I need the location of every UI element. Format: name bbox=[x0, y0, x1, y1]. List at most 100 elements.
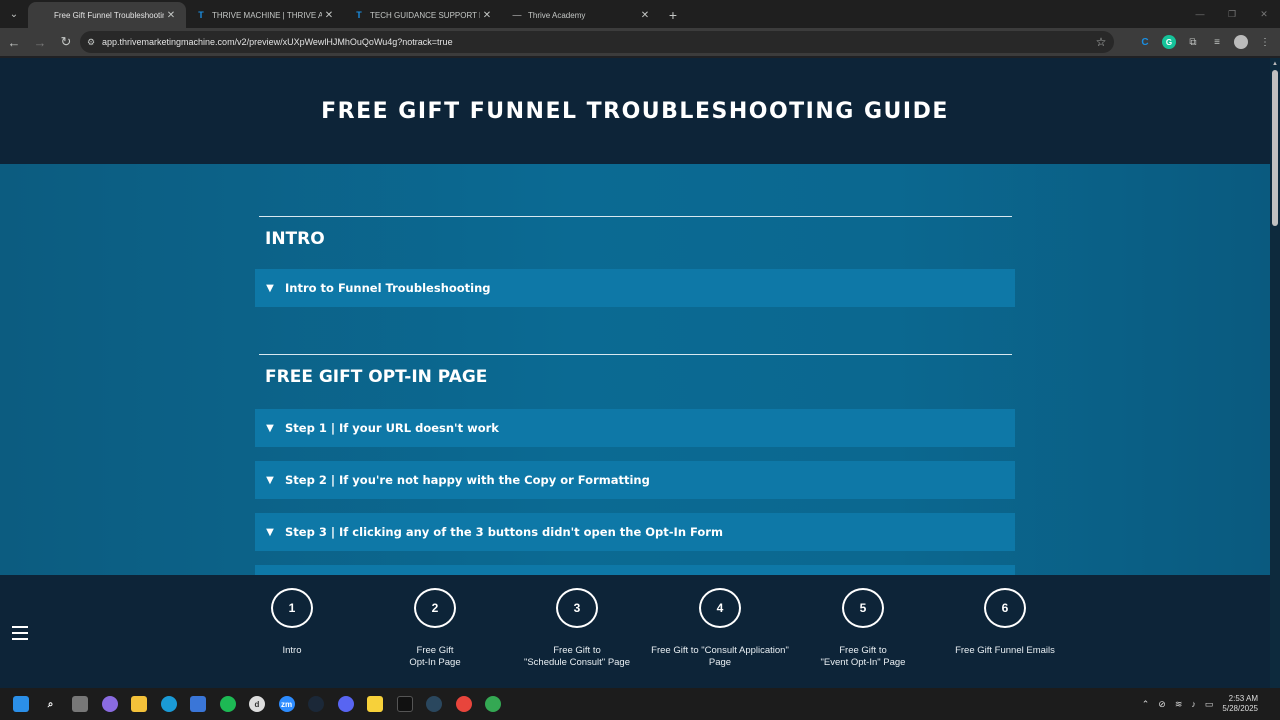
battery-icon[interactable]: ▭ bbox=[1205, 699, 1214, 710]
file-explorer-icon[interactable] bbox=[126, 691, 152, 717]
browser-toolbar: ← → ↻ ⚙ app.thrivemarketingmachine.com/v… bbox=[0, 28, 1280, 56]
step-number: 5 bbox=[842, 588, 884, 628]
time-text: 2:53 AM bbox=[1228, 694, 1258, 703]
tab-3[interactable]: — Thrive Academy ✕ bbox=[502, 2, 660, 28]
tab-0[interactable]: Free Gift Funnel Troubleshooting ✕ bbox=[28, 2, 186, 28]
step-6[interactable]: 6 Free Gift Funnel Emails bbox=[930, 588, 1080, 657]
wifi-icon[interactable]: ≋ bbox=[1175, 699, 1183, 710]
bookmark-star-icon[interactable]: ☆ bbox=[1088, 35, 1114, 49]
search-icon[interactable]: ⌕ bbox=[38, 691, 64, 717]
extension-c-icon[interactable]: C bbox=[1138, 35, 1152, 49]
taskbar: ⌕ d zm ⌃ ⊘ ≋ ♪ ▭ 2:53 AM 5/28/2025 bbox=[0, 688, 1280, 720]
page-scrollbar[interactable]: ▲ bbox=[1270, 58, 1280, 688]
extensions-puzzle-icon[interactable]: ⧉ bbox=[1186, 35, 1200, 49]
chevron-down-icon: ▼ bbox=[266, 282, 274, 294]
step-label: Free Gift Funnel Emails bbox=[955, 645, 1055, 656]
step-number: 3 bbox=[556, 588, 598, 628]
toolbar-extensions: C G ⧉ ≡ ⋮ bbox=[1138, 28, 1272, 56]
tab-2[interactable]: T TECH GUIDANCE SUPPORT BOARD ✕ bbox=[344, 2, 502, 28]
accordion-item[interactable]: ▼ Step 2 | If you're not happy with the … bbox=[255, 461, 1015, 499]
copilot-icon[interactable] bbox=[97, 691, 123, 717]
hamburger-menu-icon[interactable] bbox=[12, 626, 28, 640]
discord-icon[interactable] bbox=[333, 691, 359, 717]
tab-1[interactable]: T THRIVE MACHINE | THRIVE ACADEMY ✕ bbox=[186, 2, 344, 28]
page-icon bbox=[38, 10, 48, 20]
page-title: FREE GIFT FUNNEL TROUBLESHOOTING GUIDE bbox=[321, 98, 949, 124]
step-number: 1 bbox=[271, 588, 313, 628]
section-opt-in-page: FREE GIFT OPT-IN PAGE bbox=[255, 354, 1015, 387]
clock[interactable]: 2:53 AM 5/28/2025 bbox=[1222, 694, 1258, 714]
section-heading: FREE GIFT OPT-IN PAGE bbox=[265, 367, 488, 387]
step-number: 4 bbox=[699, 588, 741, 628]
step-2[interactable]: 2 Free Gift Opt-In Page bbox=[360, 588, 510, 669]
step-4[interactable]: 4 Free Gift to "Consult Application" Page bbox=[638, 588, 802, 669]
grammarly-icon[interactable]: G bbox=[1162, 35, 1176, 49]
dash-icon: — bbox=[512, 10, 522, 20]
thrive-logo-icon: T bbox=[198, 10, 204, 20]
store-icon[interactable] bbox=[185, 691, 211, 717]
close-icon[interactable]: ✕ bbox=[322, 10, 336, 21]
scrollbar-thumb[interactable] bbox=[1272, 70, 1278, 226]
accordion-item[interactable]: ▼ Intro to Funnel Troubleshooting bbox=[255, 269, 1015, 307]
step-1[interactable]: 1 Intro bbox=[217, 588, 367, 657]
chevron-up-icon[interactable]: ⌃ bbox=[1142, 699, 1150, 710]
edge-icon[interactable] bbox=[156, 691, 182, 717]
step-label: Free Gift Opt-In Page bbox=[409, 645, 461, 668]
minimize-icon[interactable]: — bbox=[1184, 0, 1216, 28]
step-5[interactable]: 5 Free Gift to "Event Opt-In" Page bbox=[788, 588, 938, 669]
windows-start-icon[interactable] bbox=[8, 691, 34, 717]
tab-title: TECH GUIDANCE SUPPORT BOARD bbox=[370, 10, 480, 20]
terminal-icon[interactable] bbox=[392, 691, 418, 717]
avatar[interactable] bbox=[1234, 35, 1248, 49]
reload-icon[interactable]: ↻ bbox=[54, 30, 78, 54]
chrome-icon[interactable] bbox=[451, 691, 477, 717]
restore-icon[interactable]: ❐ bbox=[1216, 0, 1248, 28]
system-tray: ⌃ ⊘ ≋ ♪ ▭ 2:53 AM 5/28/2025 bbox=[1142, 688, 1272, 720]
window-controls: — ❐ ✕ bbox=[1184, 0, 1280, 28]
tab-title: Free Gift Funnel Troubleshooting bbox=[54, 10, 164, 20]
address-bar[interactable]: ⚙ app.thrivemarketingmachine.com/v2/prev… bbox=[80, 31, 1114, 53]
step-number: 6 bbox=[984, 588, 1026, 628]
step-label: Free Gift to "Schedule Consult" Page bbox=[523, 645, 631, 668]
back-icon[interactable]: ← bbox=[2, 30, 26, 54]
volume-icon[interactable]: ♪ bbox=[1191, 699, 1196, 709]
network-off-icon[interactable]: ⊘ bbox=[1158, 699, 1166, 710]
accordion-item[interactable]: ▼ Step 1 | If your URL doesn't work bbox=[255, 409, 1015, 447]
step-label: Free Gift to "Event Opt-In" Page bbox=[820, 645, 906, 668]
tab-title: THRIVE MACHINE | THRIVE ACADEMY bbox=[212, 10, 322, 20]
menu-kebab-icon[interactable]: ⋮ bbox=[1258, 35, 1272, 49]
chevron-down-icon: ▼ bbox=[266, 526, 274, 538]
url-text: app.thrivemarketingmachine.com/v2/previe… bbox=[102, 37, 453, 47]
close-icon[interactable]: ✕ bbox=[164, 10, 178, 21]
accordion-item[interactable]: ▼ Step 3 | If clicking any of the 3 butt… bbox=[255, 513, 1015, 551]
step-navigation: 1 Intro 2 Free Gift Opt-In Page 3 Free Gi… bbox=[0, 575, 1270, 688]
close-icon[interactable]: ✕ bbox=[638, 10, 652, 21]
page-header: FREE GIFT FUNNEL TROUBLESHOOTING GUIDE bbox=[0, 58, 1270, 164]
task-view-icon[interactable] bbox=[67, 691, 93, 717]
zoom-icon[interactable]: zm bbox=[274, 691, 300, 717]
app-d-icon[interactable]: d bbox=[244, 691, 270, 717]
accordion-label: Step 2 | If you're not happy with the Co… bbox=[285, 473, 650, 487]
chevron-down-icon: ▼ bbox=[266, 422, 274, 434]
section-intro: INTRO bbox=[255, 216, 1015, 249]
site-info-icon[interactable]: ⚙ bbox=[80, 37, 102, 48]
step-3[interactable]: 3 Free Gift to "Schedule Consult" Page bbox=[502, 588, 652, 669]
step-number: 2 bbox=[414, 588, 456, 628]
close-icon[interactable]: ✕ bbox=[480, 10, 494, 21]
steam-2-icon[interactable] bbox=[421, 691, 447, 717]
chrome-profile-icon[interactable] bbox=[480, 691, 506, 717]
close-window-icon[interactable]: ✕ bbox=[1248, 0, 1280, 28]
media-control-icon[interactable]: ≡ bbox=[1210, 35, 1224, 49]
forward-icon[interactable]: → bbox=[28, 30, 52, 54]
steam-icon[interactable] bbox=[303, 691, 329, 717]
spotify-icon[interactable] bbox=[215, 691, 241, 717]
section-divider bbox=[259, 354, 1012, 355]
tab-strip: ⌄ Free Gift Funnel Troubleshooting ✕ T T… bbox=[0, 0, 1280, 28]
accordion-label: Step 3 | If clicking any of the 3 button… bbox=[285, 525, 723, 539]
scroll-up-icon[interactable]: ▲ bbox=[1270, 58, 1280, 70]
new-tab-button[interactable]: + bbox=[660, 2, 686, 28]
accordion-label: Intro to Funnel Troubleshooting bbox=[285, 281, 491, 295]
sticky-notes-icon[interactable] bbox=[362, 691, 388, 717]
step-label: Free Gift to "Consult Application" Page bbox=[651, 645, 789, 668]
tab-search-icon[interactable]: ⌄ bbox=[0, 0, 28, 28]
